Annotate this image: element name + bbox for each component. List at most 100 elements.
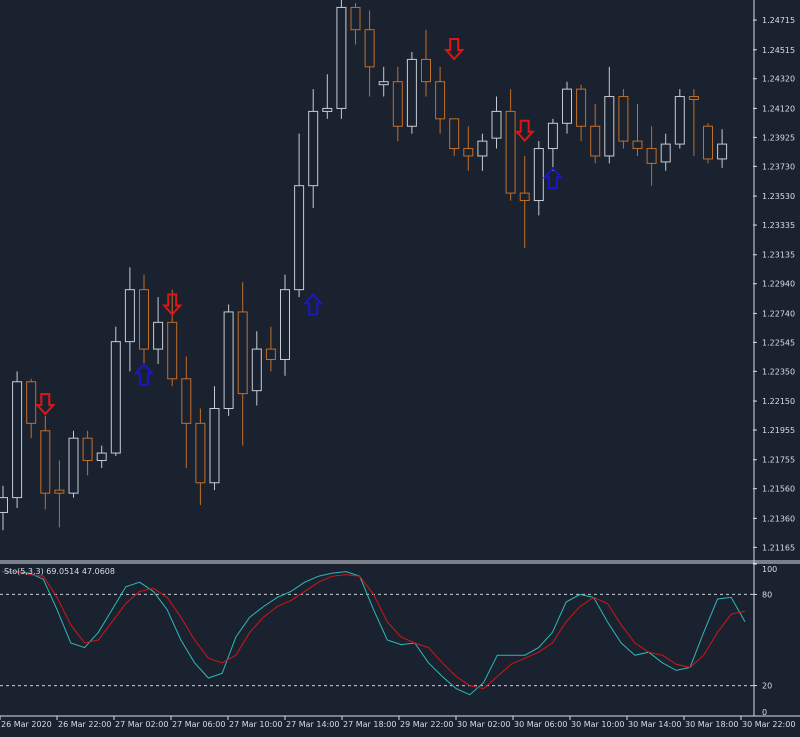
price-tick-label: 1.23135 — [762, 251, 795, 260]
price-tick-label: 1.21955 — [762, 426, 795, 435]
candle — [139, 274, 149, 364]
candle — [717, 129, 728, 168]
chart-window: 1.24715 1.24515 1.24320 1.24120 1.23925 1.237… — [0, 0, 800, 737]
candle-body — [110, 341, 121, 454]
candle — [435, 66, 446, 134]
candle-body — [505, 110, 516, 194]
chart-canvas[interactable]: 1.24715 1.24515 1.24320 1.24120 1.23925 1.237… — [0, 0, 800, 737]
candle-body — [336, 6, 347, 109]
price-tick-label: 1.24120 — [762, 104, 795, 113]
stochastic-tick-label: 100 — [762, 565, 777, 574]
candle-body — [294, 185, 305, 291]
price-tick-label: 1.23335 — [762, 221, 795, 230]
price-panel: 1.24715 1.24515 1.24320 1.24120 1.23925 1.237… — [0, 0, 800, 717]
price-tick-label: 1.21755 — [762, 456, 795, 465]
candle — [519, 155, 530, 249]
candle-body — [491, 110, 502, 139]
candle — [124, 267, 135, 372]
candle-body — [350, 6, 361, 31]
time-tick-label: 26 Mar 2020 — [1, 720, 52, 729]
candle — [336, 0, 347, 119]
candle — [421, 29, 431, 97]
candle-body — [124, 289, 135, 343]
candle — [26, 378, 37, 439]
candle-body — [364, 29, 375, 68]
candle-body — [477, 140, 488, 157]
time-tick-label: 26 Mar 22:00 — [58, 720, 111, 729]
candle-body — [576, 88, 587, 127]
candle-body — [209, 407, 220, 484]
time-tick-label: 30 Mar 06:00 — [514, 720, 567, 729]
price-tick-label: 1.24320 — [762, 75, 795, 84]
candle-body — [139, 289, 149, 350]
stochastic-label: Sto(5,3,3) 69.0514 47.0608 — [4, 567, 115, 576]
candle — [562, 81, 572, 134]
candle — [209, 386, 220, 491]
candle — [96, 445, 107, 468]
candle — [40, 415, 51, 510]
candle — [153, 297, 164, 364]
candle-body — [646, 148, 657, 164]
candle — [406, 51, 417, 134]
candle — [280, 274, 290, 376]
time-tick-label: 30 Mar 18:00 — [685, 720, 738, 729]
candle-body — [223, 311, 234, 409]
candle — [322, 74, 333, 119]
candle — [350, 2, 361, 45]
candle-body — [280, 289, 290, 360]
candle — [110, 326, 121, 457]
candle — [646, 126, 657, 186]
sell-arrow-icon — [443, 38, 465, 61]
stochastic-tick-label: 0 — [762, 708, 767, 717]
candle — [576, 84, 587, 142]
stochastic-signal-line — [2, 571, 746, 690]
candle — [237, 282, 248, 446]
candle — [12, 371, 23, 509]
candle — [181, 356, 192, 468]
candle — [632, 103, 643, 156]
time-tick-label: 30 Mar 22:00 — [742, 720, 795, 729]
candle — [195, 408, 206, 506]
candle — [547, 118, 558, 171]
candle-body — [632, 140, 643, 150]
candle — [308, 89, 319, 208]
buy-arrow-icon — [302, 293, 324, 316]
candle — [251, 331, 262, 406]
candle-body — [12, 381, 23, 499]
candle-body — [449, 118, 460, 150]
candle — [265, 326, 276, 372]
candle-body — [26, 381, 37, 424]
price-tick-label: 1.22150 — [762, 397, 795, 406]
time-tick-label: 30 Mar 14:00 — [628, 720, 681, 729]
candle — [688, 89, 699, 156]
candle — [477, 133, 488, 171]
candle-body — [378, 81, 389, 86]
candle-body — [167, 321, 178, 380]
stochastic-tick-label: 80 — [762, 590, 772, 599]
time-tick-label: 27 Mar 10:00 — [229, 720, 282, 729]
candle-body — [533, 148, 544, 202]
price-tick-label: 1.22350 — [762, 367, 795, 376]
candle-body — [0, 497, 8, 513]
price-tick-label: 1.23925 — [762, 133, 795, 142]
time-tick-label: 30 Mar 02:00 — [457, 720, 510, 729]
candle-body — [181, 378, 192, 424]
candle-body — [562, 88, 572, 124]
time-tick-label: 27 Mar 18:00 — [343, 720, 396, 729]
stochastic-panel: 100 80 20 0 26 Mar 2020 26 Mar 22:00 27 Mar 02… — [0, 563, 795, 729]
sell-arrow-icon — [35, 393, 56, 416]
candle-body — [421, 58, 431, 83]
price-tick-label: 1.24715 — [762, 16, 795, 25]
candle — [618, 89, 629, 149]
candle-body — [96, 452, 107, 461]
time-tick-label: 27 Mar 02:00 — [115, 720, 168, 729]
candle — [590, 103, 601, 164]
candle — [604, 66, 615, 164]
candle-body — [703, 125, 713, 160]
candle — [703, 123, 713, 164]
price-tick-label: 1.23730 — [762, 162, 795, 171]
time-tick-label: 29 Mar 22:00 — [400, 720, 453, 729]
candle-body — [688, 96, 699, 101]
candle — [463, 126, 474, 171]
candle-body — [618, 96, 629, 142]
